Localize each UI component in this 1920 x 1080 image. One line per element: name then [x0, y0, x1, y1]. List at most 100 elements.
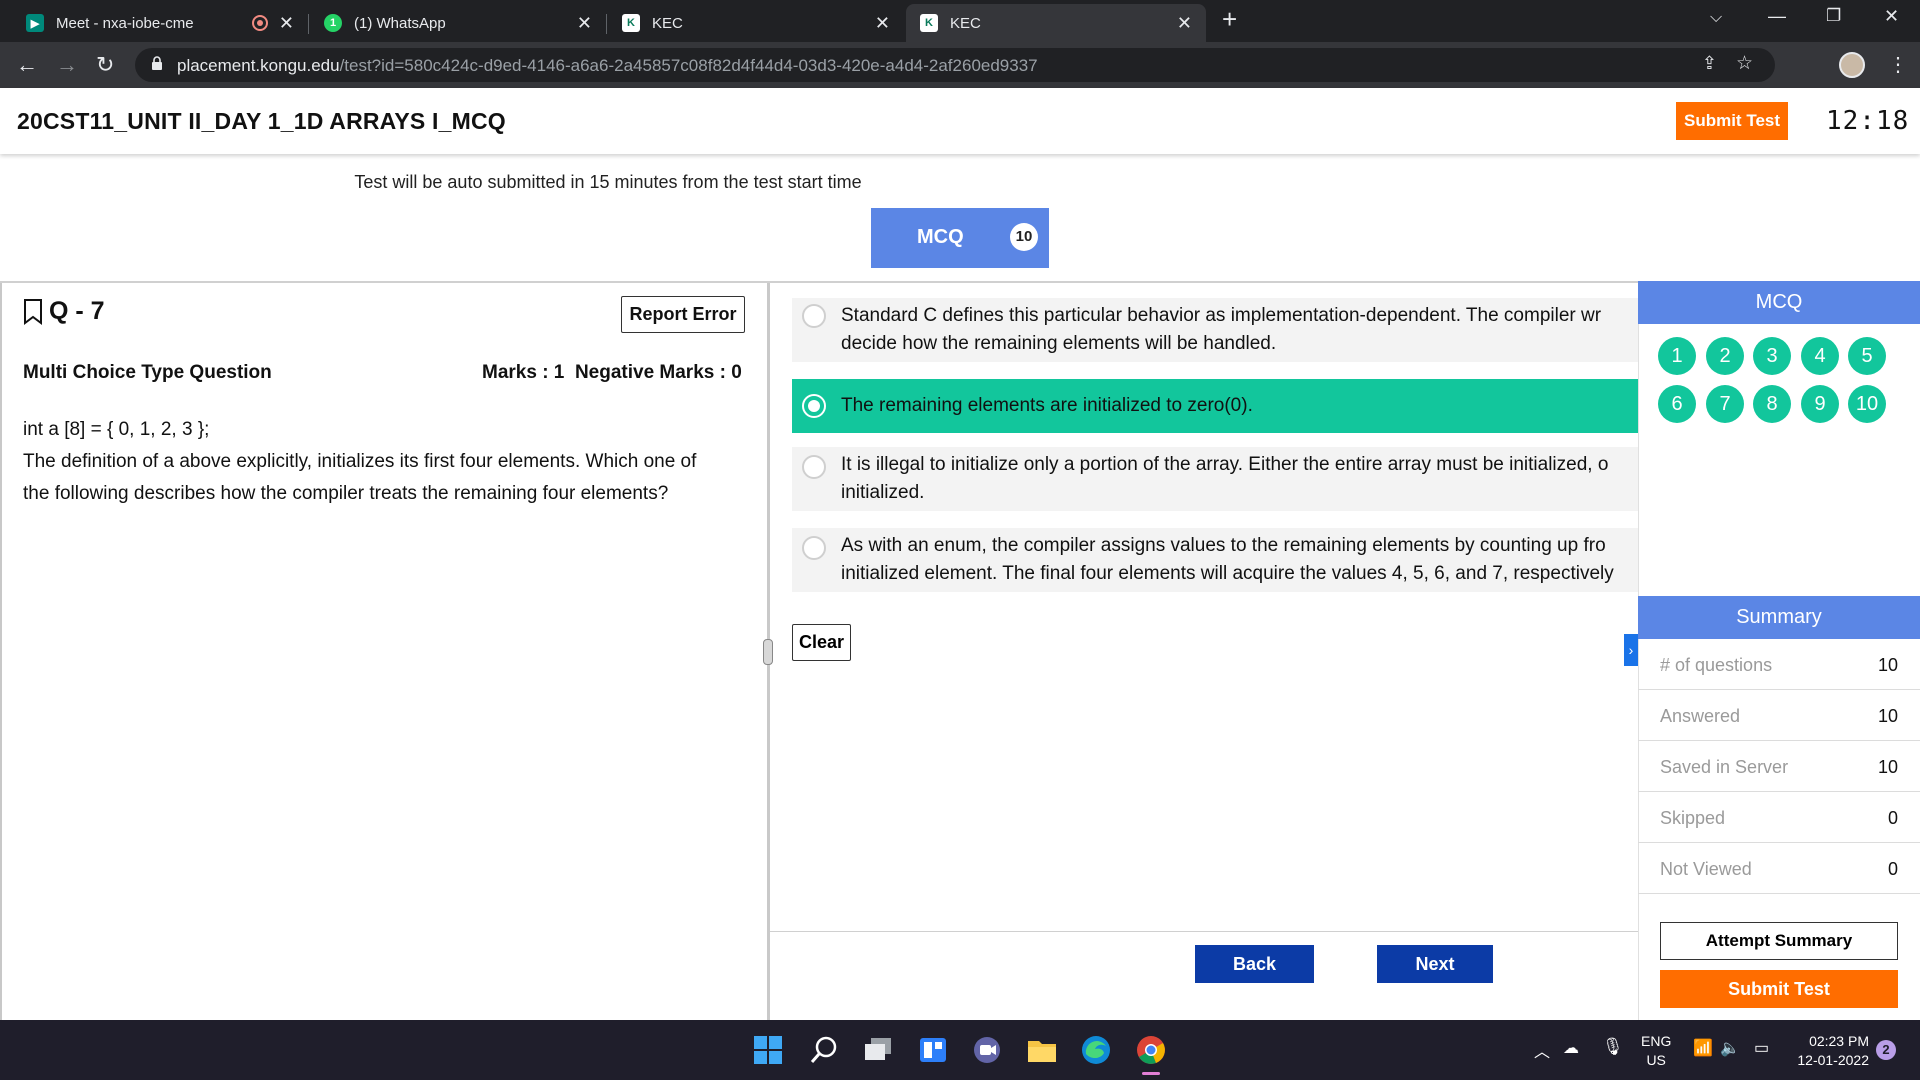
- question-bubble-10[interactable]: 10: [1848, 385, 1886, 423]
- question-bubble-3[interactable]: 3: [1753, 337, 1791, 375]
- submit-test-button-bottom[interactable]: Submit Test: [1660, 970, 1898, 1008]
- option-d[interactable]: As with an enum, the compiler assigns va…: [792, 528, 1638, 592]
- onedrive-icon[interactable]: ☁: [1563, 1038, 1579, 1058]
- option-line: decide how the remaining elements will b…: [841, 333, 1277, 354]
- chevron-up-icon[interactable]: ︿: [1534, 1038, 1550, 1062]
- summary-value: 10: [1877, 757, 1898, 777]
- kec-logo-icon: K: [920, 14, 938, 32]
- new-tab-icon[interactable]: +: [1222, 4, 1237, 35]
- tab-kec-1[interactable]: K KEC ✕: [608, 4, 904, 42]
- whatsapp-icon: 1: [324, 14, 342, 32]
- radio-button[interactable]: [802, 536, 826, 560]
- address-bar[interactable]: placement.kongu.edu/test?id=580c424c-d9e…: [135, 48, 1775, 82]
- kec-logo-icon: K: [622, 14, 640, 32]
- tab-separator: [606, 14, 607, 34]
- windows-start-icon[interactable]: [752, 1034, 784, 1066]
- question-bubble-9[interactable]: 9: [1801, 385, 1839, 423]
- divider: [770, 931, 1638, 932]
- language-indicator[interactable]: ENG US: [1641, 1032, 1671, 1070]
- wifi-icon[interactable]: 📶: [1693, 1038, 1713, 1058]
- question-bubble-6[interactable]: 6: [1658, 385, 1696, 423]
- option-line: The remaining elements are initialized t…: [841, 395, 1253, 416]
- url-host: placement.kongu.edu: [177, 56, 340, 75]
- back-button[interactable]: Back: [1195, 945, 1314, 983]
- tab-separator: [308, 14, 309, 34]
- clock[interactable]: 02:23 PM 12-01-2022: [1793, 1032, 1869, 1070]
- section-tab-mcq[interactable]: MCQ 10: [871, 208, 1049, 268]
- close-window-icon[interactable]: ✕: [1884, 6, 1899, 27]
- meet-icon: ▶: [26, 14, 44, 32]
- back-arrow-icon[interactable]: ←: [16, 52, 38, 78]
- clear-button[interactable]: Clear: [792, 624, 851, 661]
- submit-test-button[interactable]: Submit Test: [1676, 102, 1788, 140]
- summary-label: # of questions: [1660, 655, 1773, 675]
- url-text: placement.kongu.edu/test?id=580c424c-d9e…: [177, 56, 1038, 76]
- reload-icon[interactable]: ↻: [96, 52, 114, 78]
- question-bubble-5[interactable]: 5: [1848, 337, 1886, 375]
- browser-tab-bar: ▶ Meet - nxa-iobe-cme ✕ 1 (1) WhatsApp ✕…: [0, 0, 1920, 42]
- app-header: 20CST11_UNIT II_DAY 1_1D ARRAYS I_MCQ Su…: [0, 88, 1920, 154]
- question-bubble-1[interactable]: 1: [1658, 337, 1696, 375]
- menu-dots-icon[interactable]: ⋮: [1888, 52, 1908, 77]
- radio-button[interactable]: [802, 304, 826, 328]
- task-view-icon[interactable]: [862, 1034, 894, 1066]
- option-b[interactable]: The remaining elements are initialized t…: [792, 379, 1638, 433]
- page-title: 20CST11_UNIT II_DAY 1_1D ARRAYS I_MCQ: [17, 108, 506, 134]
- recording-icon: [252, 15, 268, 31]
- option-line: Standard C defines this particular behav…: [841, 305, 1602, 326]
- edge-icon[interactable]: [1080, 1034, 1112, 1066]
- active-app-indicator: [1142, 1072, 1160, 1075]
- summary-row: Saved in Server 10: [1638, 741, 1920, 792]
- volume-icon[interactable]: 🔈: [1720, 1038, 1740, 1058]
- profile-avatar[interactable]: [1839, 52, 1865, 78]
- summary-label: Saved in Server: [1660, 757, 1789, 777]
- restore-icon[interactable]: ❐: [1826, 6, 1841, 26]
- question-code: int a [8] = { 0, 1, 2, 3 };: [23, 419, 210, 440]
- chevron-right-icon[interactable]: ›: [1624, 634, 1638, 666]
- share-icon[interactable]: ⇪: [1702, 53, 1717, 74]
- option-a[interactable]: Standard C defines this particular behav…: [792, 298, 1638, 362]
- tab-title: KEC: [652, 14, 683, 32]
- chevron-down-icon[interactable]: ⌵: [1710, 9, 1722, 27]
- marks-label: Marks : 1: [482, 362, 565, 383]
- teams-chat-icon[interactable]: [971, 1034, 1003, 1066]
- question-bubble-7[interactable]: 7: [1706, 385, 1744, 423]
- star-icon[interactable]: ☆: [1736, 52, 1753, 75]
- option-line: It is illegal to initialize only a porti…: [841, 454, 1609, 475]
- radio-button-selected[interactable]: [802, 394, 826, 418]
- tab-whatsapp[interactable]: 1 (1) WhatsApp ✕: [310, 4, 607, 42]
- close-icon[interactable]: ✕: [577, 13, 592, 34]
- close-icon[interactable]: ✕: [279, 13, 294, 34]
- question-type: Multi Choice Type Question: [23, 362, 272, 383]
- report-error-button[interactable]: Report Error: [621, 296, 745, 333]
- file-explorer-icon[interactable]: [1026, 1034, 1058, 1066]
- close-icon[interactable]: ✕: [875, 13, 890, 34]
- microphone-icon[interactable]: 🎙: [1602, 1037, 1624, 1057]
- option-c[interactable]: It is illegal to initialize only a porti…: [792, 447, 1638, 511]
- summary-value: 10: [1877, 655, 1898, 675]
- option-line: As with an enum, the compiler assigns va…: [841, 535, 1606, 556]
- next-button[interactable]: Next: [1377, 945, 1493, 983]
- forward-arrow-icon[interactable]: →: [56, 52, 78, 78]
- radio-button[interactable]: [802, 455, 826, 479]
- tab-kec-2[interactable]: K KEC ✕: [906, 4, 1206, 42]
- question-bubble-8[interactable]: 8: [1753, 385, 1791, 423]
- widgets-icon[interactable]: [917, 1034, 949, 1066]
- notification-badge[interactable]: 2: [1876, 1040, 1896, 1060]
- minimize-icon[interactable]: —: [1768, 6, 1786, 27]
- drag-handle-icon[interactable]: [763, 639, 773, 665]
- question-text: int a [8] = { 0, 1, 2, 3 }; The definiti…: [23, 414, 753, 510]
- taskbar: [0, 1020, 1920, 1080]
- close-icon[interactable]: ✕: [1177, 13, 1192, 34]
- attempt-summary-button[interactable]: Attempt Summary: [1660, 922, 1898, 960]
- question-bubble-2[interactable]: 2: [1706, 337, 1744, 375]
- chrome-icon[interactable]: [1135, 1034, 1167, 1066]
- search-icon[interactable]: [808, 1034, 840, 1066]
- tab-meet[interactable]: ▶ Meet - nxa-iobe-cme ✕: [12, 4, 309, 42]
- question-number: Q - 7: [23, 297, 105, 326]
- summary-row: Skipped 0: [1638, 792, 1920, 843]
- question-bubble-4[interactable]: 4: [1801, 337, 1839, 375]
- bookmark-icon[interactable]: [23, 298, 43, 325]
- battery-icon[interactable]: ▭: [1754, 1038, 1769, 1058]
- tab-title: KEC: [950, 14, 981, 32]
